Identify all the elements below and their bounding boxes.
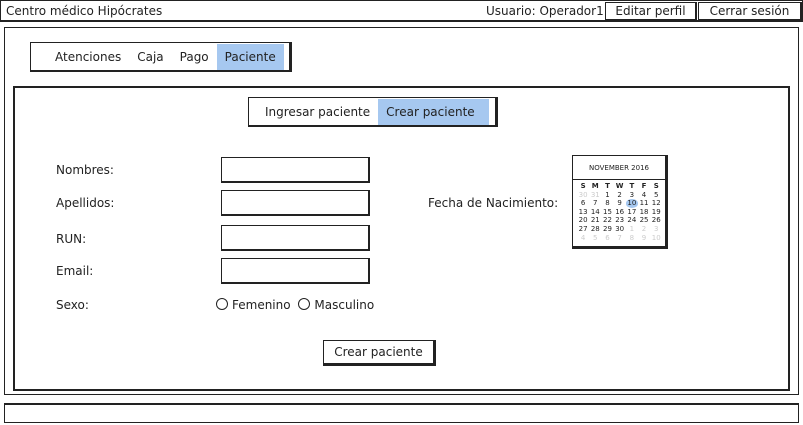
email-label: Email: (56, 264, 94, 278)
calendar-day[interactable]: 5 (589, 234, 601, 243)
tab-pago[interactable]: Pago (172, 44, 217, 70)
masculino-label: Masculino (314, 298, 375, 312)
sexo-label: Sexo: (56, 298, 89, 312)
calendar-day[interactable]: 23 (614, 216, 626, 225)
calendar-day[interactable]: 4 (577, 234, 589, 243)
calendar-day[interactable]: 4 (638, 191, 650, 200)
calendar-day[interactable]: 8 (626, 234, 638, 243)
calendar-week-row: 13 14 15 16 17 18 19 (577, 208, 663, 217)
fecha-nacimiento-label: Fecha de Nacimiento: (428, 196, 559, 210)
apellidos-label: Apellidos: (56, 196, 115, 210)
run-input[interactable] (221, 225, 370, 251)
calendar-weekday: W (615, 182, 624, 190)
calendar-day[interactable]: 21 (589, 216, 601, 225)
calendar-day[interactable]: 3 (626, 191, 638, 200)
email-input[interactable] (221, 258, 370, 284)
calendar-day[interactable]: 1 (626, 225, 638, 234)
calendar-day[interactable]: 15 (601, 208, 613, 217)
calendar-day-selected[interactable]: 10 (625, 199, 638, 208)
calendar-day[interactable]: 28 (589, 225, 601, 234)
calendar-day[interactable]: 7 (614, 234, 626, 243)
calendar-day[interactable]: 29 (601, 225, 613, 234)
calendar-grid: S M T W T F S 30 31 1 2 3 4 5 6 7 8 9 10 11 12 13 14 15 16 17 18 19… (577, 182, 663, 242)
app-title: Centro médico Hipócrates (6, 4, 163, 18)
nombres-label: Nombres: (56, 163, 114, 177)
crear-paciente-button[interactable]: Crear paciente (323, 340, 436, 366)
calendar-day[interactable]: 12 (650, 199, 662, 208)
tab-caja[interactable]: Caja (129, 44, 171, 70)
birthdate-calendar[interactable]: NOVEMBER 2016 S M T W T F S 30 31 1 2 3 4 5 6 7 8 9 10 11 12… (572, 155, 668, 249)
calendar-week-row: 4 5 6 7 8 9 10 (577, 234, 663, 243)
calendar-week-row: 27 28 29 30 1 2 3 (577, 225, 663, 234)
patient-sub-tabs: Ingresar paciente Crear paciente (248, 97, 498, 127)
calendar-day[interactable]: 2 (638, 225, 650, 234)
calendar-day[interactable]: 7 (589, 199, 601, 208)
calendar-day[interactable]: 30 (577, 191, 589, 200)
main-nav-tabs: Atenciones Caja Pago Paciente (30, 42, 292, 72)
calendar-weekday: S (580, 182, 586, 190)
calendar-day[interactable]: 18 (638, 208, 650, 217)
calendar-week-row: 6 7 8 9 10 11 12 (577, 199, 663, 208)
calendar-weekday: T (605, 182, 610, 190)
calendar-day[interactable]: 10 (650, 234, 662, 243)
calendar-day[interactable]: 9 (638, 234, 650, 243)
masculino-option[interactable]: Masculino (298, 298, 374, 312)
calendar-day[interactable]: 9 (614, 199, 626, 208)
calendar-day[interactable]: 13 (577, 208, 589, 217)
logout-button[interactable]: Cerrar sesión (698, 2, 802, 21)
calendar-day[interactable]: 27 (577, 225, 589, 234)
femenino-option[interactable]: Femenino (216, 298, 291, 312)
calendar-day[interactable]: 17 (626, 208, 638, 217)
calendar-day[interactable]: 14 (589, 208, 601, 217)
calendar-day[interactable]: 3 (650, 225, 662, 234)
calendar-day[interactable]: 5 (650, 191, 662, 200)
calendar-week-row: 20 21 22 23 24 25 26 (577, 216, 663, 225)
apellidos-input[interactable] (221, 190, 370, 216)
calendar-week-row: 30 31 1 2 3 4 5 (577, 191, 663, 200)
femenino-radio[interactable] (216, 298, 228, 310)
calendar-weekday: M (591, 182, 599, 190)
calendar-weekday: S (653, 182, 659, 190)
tab-crear-paciente[interactable]: Crear paciente (378, 98, 489, 125)
calendar-weekday: T (629, 182, 635, 190)
calendar-day[interactable]: 19 (650, 208, 662, 217)
tab-atenciones[interactable]: Atenciones (47, 44, 129, 70)
calendar-day[interactable]: 6 (601, 234, 613, 243)
nombres-input[interactable] (221, 157, 370, 183)
masculino-radio[interactable] (298, 298, 311, 310)
calendar-day[interactable]: 20 (577, 216, 589, 225)
calendar-day[interactable]: 11 (638, 199, 650, 208)
calendar-day[interactable]: 2 (614, 191, 626, 200)
footer-bar (4, 403, 799, 423)
calendar-day[interactable]: 31 (589, 191, 601, 200)
tab-ingresar-paciente[interactable]: Ingresar paciente (257, 99, 378, 125)
femenino-label: Femenino (232, 298, 291, 312)
calendar-day[interactable]: 26 (650, 216, 662, 225)
calendar-weekday-row: SMTWTFS (577, 182, 663, 191)
calendar-day[interactable]: 8 (601, 199, 613, 208)
calendar-month-title: NOVEMBER 2016 (573, 156, 665, 180)
current-user-label: Usuario: Operador1 (486, 4, 604, 18)
calendar-day[interactable]: 25 (638, 216, 650, 225)
edit-profile-button[interactable]: Editar perfil (605, 2, 697, 21)
tab-paciente[interactable]: Paciente (216, 43, 284, 70)
run-label: RUN: (56, 232, 87, 246)
calendar-weekday: F (641, 182, 647, 190)
calendar-day[interactable]: 30 (614, 225, 626, 234)
calendar-day[interactable]: 1 (601, 191, 613, 200)
calendar-day[interactable]: 16 (614, 208, 626, 217)
calendar-day[interactable]: 24 (626, 216, 638, 225)
sexo-options: Femenino Masculino (216, 298, 374, 312)
calendar-day[interactable]: 6 (577, 199, 589, 208)
calendar-day[interactable]: 22 (601, 216, 613, 225)
